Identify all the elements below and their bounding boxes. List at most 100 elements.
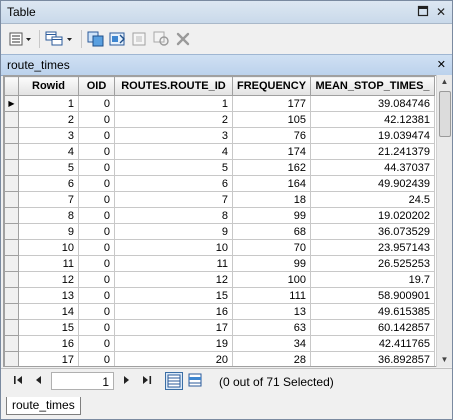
previous-record-icon[interactable] (35, 375, 43, 388)
column-header[interactable]: OID (78, 76, 115, 96)
table-cell[interactable]: 2 (18, 111, 79, 128)
table-cell[interactable]: 0 (78, 239, 115, 256)
table-cell[interactable]: 99 (232, 255, 311, 272)
table-cell[interactable]: 17 (18, 351, 79, 366)
table-cell[interactable]: 28 (232, 351, 311, 366)
table-tab-label[interactable]: route_times (7, 58, 70, 72)
table-cell[interactable]: 105 (232, 111, 311, 128)
row-selector[interactable] (4, 351, 19, 366)
table-row[interactable]: 7 0 7 18 24.5 (4, 191, 435, 208)
last-record-icon[interactable] (141, 375, 153, 388)
row-selector[interactable] (4, 159, 19, 176)
table-cell[interactable]: 68 (232, 223, 311, 240)
table-cell[interactable]: 18 (232, 191, 311, 208)
table-cell[interactable]: 0 (78, 271, 115, 288)
table-cell[interactable]: 42.12381 (310, 111, 435, 128)
table-cell[interactable]: 19.039474 (310, 127, 435, 144)
table-row[interactable]: 16 0 19 34 42.411765 (4, 335, 435, 352)
row-selector[interactable] (4, 175, 19, 192)
table-cell[interactable]: 17 (114, 319, 233, 336)
table-cell[interactable]: 2 (114, 111, 233, 128)
table-cell[interactable]: 6 (114, 175, 233, 192)
table-cell[interactable]: 6 (18, 175, 79, 192)
delete-selected-button[interactable] (176, 30, 190, 48)
next-record-icon[interactable] (122, 375, 130, 388)
scroll-down-icon[interactable]: ▼ (437, 353, 452, 367)
table-cell[interactable]: 0 (78, 175, 115, 192)
column-header[interactable]: FREQUENCY (232, 76, 311, 96)
clear-selection-button[interactable] (131, 30, 149, 48)
row-selector[interactable] (4, 143, 19, 160)
table-cell[interactable]: 0 (78, 95, 115, 112)
table-cell[interactable]: 9 (18, 223, 79, 240)
table-cell[interactable]: 20 (114, 351, 233, 366)
table-cell[interactable]: 0 (78, 255, 115, 272)
table-cell[interactable]: 8 (114, 207, 233, 224)
table-cell[interactable]: 44.37037 (310, 159, 435, 176)
table-cell[interactable]: 0 (78, 319, 115, 336)
row-selector[interactable] (4, 287, 19, 304)
close-icon[interactable]: ✕ (434, 5, 448, 19)
row-selector[interactable] (4, 255, 19, 272)
table-cell[interactable]: 63 (232, 319, 311, 336)
table-row[interactable]: 3 0 3 76 19.039474 (4, 127, 435, 144)
show-all-records-button[interactable] (165, 372, 183, 390)
table-row[interactable]: 6 0 6 164 49.902439 (4, 175, 435, 192)
table-cell[interactable]: 39.084746 (310, 95, 435, 112)
table-cell[interactable]: 0 (78, 191, 115, 208)
table-cell[interactable]: 0 (78, 127, 115, 144)
table-cell[interactable]: 8 (18, 207, 79, 224)
vertical-scrollbar[interactable]: ▲ ▼ (436, 75, 452, 367)
row-selector[interactable] (4, 127, 19, 144)
table-cell[interactable]: 58.900901 (310, 287, 435, 304)
table-cell[interactable]: 14 (18, 303, 79, 320)
table-cell[interactable]: 4 (114, 143, 233, 160)
table-cell[interactable]: 0 (78, 303, 115, 320)
row-selector[interactable] (4, 207, 19, 224)
table-cell[interactable]: 3 (114, 127, 233, 144)
table-cell[interactable]: 19.7 (310, 271, 435, 288)
table-cell[interactable]: 10 (114, 239, 233, 256)
table-cell[interactable]: 70 (232, 239, 311, 256)
current-row-indicator-icon[interactable]: ▶ (4, 95, 19, 112)
table-cell[interactable]: 23.957143 (310, 239, 435, 256)
table-row[interactable]: 9 0 9 68 36.073529 (4, 223, 435, 240)
show-selected-records-button[interactable] (187, 372, 205, 390)
table-cell[interactable]: 13 (232, 303, 311, 320)
row-selector[interactable] (4, 223, 19, 240)
table-cell[interactable]: 13 (18, 287, 79, 304)
table-cell[interactable]: 0 (78, 159, 115, 176)
table-cell[interactable]: 5 (114, 159, 233, 176)
table-cell[interactable]: 60.142857 (310, 319, 435, 336)
table-row[interactable]: 11 0 11 99 26.525253 (4, 255, 435, 272)
table-cell[interactable]: 111 (232, 287, 311, 304)
table-cell[interactable]: 21.241379 (310, 143, 435, 160)
table-row[interactable]: 17 0 20 28 36.892857 (4, 351, 435, 366)
table-row[interactable]: ▶ 1 0 1 177 39.084746 (4, 95, 435, 112)
table-cell[interactable]: 7 (114, 191, 233, 208)
column-header[interactable]: MEAN_STOP_TIMES_ (310, 76, 435, 96)
table-row[interactable]: 13 0 15 111 58.900901 (4, 287, 435, 304)
table-cell[interactable]: 15 (114, 287, 233, 304)
table-cell[interactable]: 5 (18, 159, 79, 176)
table-cell[interactable]: 19 (114, 335, 233, 352)
table-cell[interactable]: 164 (232, 175, 311, 192)
table-row[interactable]: 5 0 5 162 44.37037 (4, 159, 435, 176)
table-cell[interactable]: 12 (114, 271, 233, 288)
table-cell[interactable]: 16 (18, 335, 79, 352)
row-selector[interactable] (4, 111, 19, 128)
row-selector[interactable] (4, 303, 19, 320)
table-cell[interactable]: 11 (18, 255, 79, 272)
table-cell[interactable]: 0 (78, 143, 115, 160)
table-cell[interactable]: 42.411765 (310, 335, 435, 352)
table-cell[interactable]: 100 (232, 271, 311, 288)
table-cell[interactable]: 11 (114, 255, 233, 272)
table-cell[interactable]: 99 (232, 207, 311, 224)
table-row[interactable]: 10 0 10 70 23.957143 (4, 239, 435, 256)
table-cell[interactable]: 36.892857 (310, 351, 435, 366)
table-cell[interactable]: 0 (78, 335, 115, 352)
row-selector[interactable] (4, 319, 19, 336)
table-row[interactable]: 12 0 12 100 19.7 (4, 271, 435, 288)
first-record-icon[interactable] (13, 375, 25, 388)
table-cell[interactable]: 0 (78, 351, 115, 366)
